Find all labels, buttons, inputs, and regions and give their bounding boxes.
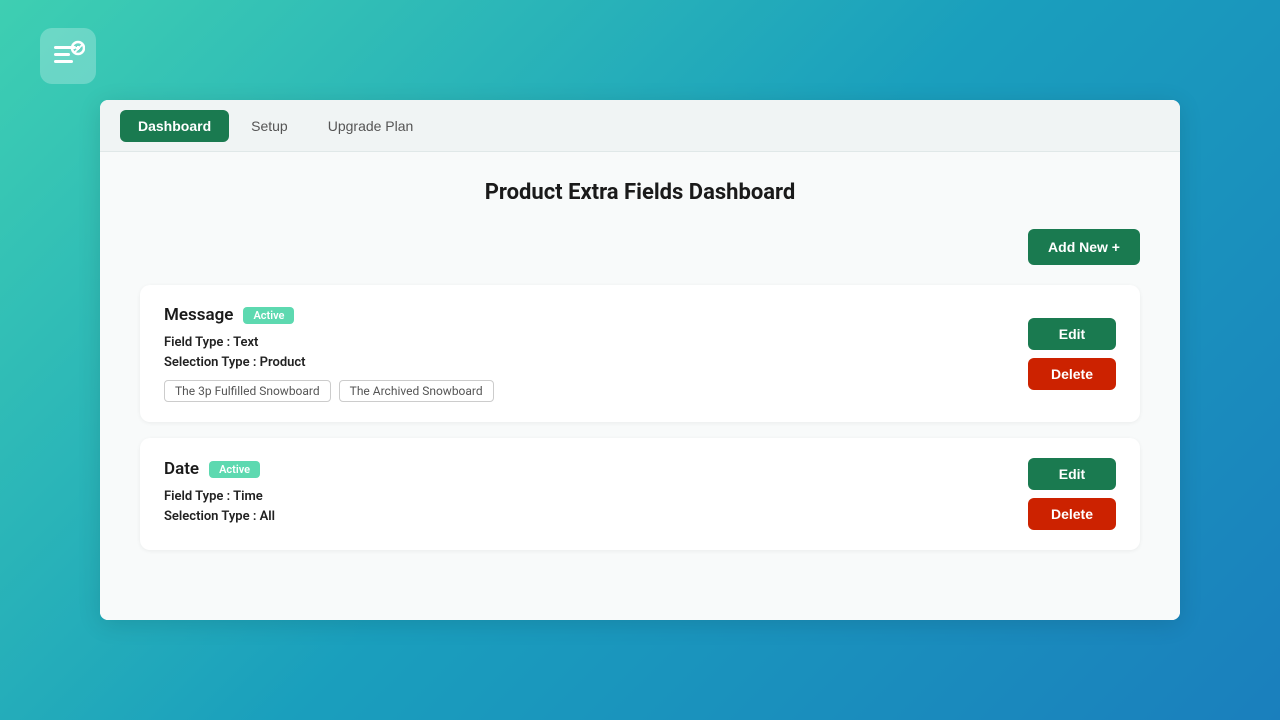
date-field-type-value: Time [233,489,263,504]
tag-archived-snowboard: The Archived Snowboard [339,380,494,402]
card-date-title: Date [164,459,199,479]
main-container: Dashboard Setup Upgrade Plan Product Ext… [100,100,1180,620]
card-date: Date Active Field Type : Time Selection … [140,438,1140,550]
nav-bar: Dashboard Setup Upgrade Plan [100,100,1180,152]
tab-dashboard[interactable]: Dashboard [120,110,229,142]
edit-date-button[interactable]: Edit [1028,458,1116,490]
card-message-field-type: Field Type : Text [164,335,1028,350]
add-new-row: Add New + [140,229,1140,265]
tag-3p-fulfilled: The 3p Fulfilled Snowboard [164,380,331,402]
card-message-left: Message Active Field Type : Text Selecti… [164,305,1028,402]
card-date-field-type: Field Type : Time [164,489,1028,504]
page-title: Product Extra Fields Dashboard [140,180,1140,205]
field-type-label: Field Type : [164,335,233,350]
card-date-actions: Edit Delete [1028,458,1116,530]
delete-message-button[interactable]: Delete [1028,358,1116,390]
card-message-title: Message [164,305,233,325]
logo-area [40,28,96,84]
edit-message-button[interactable]: Edit [1028,318,1116,350]
date-selection-type-label: Selection Type : [164,509,260,524]
card-date-left: Date Active Field Type : Time Selection … [164,459,1028,529]
card-message: Message Active Field Type : Text Selecti… [140,285,1140,422]
tab-upgrade-plan[interactable]: Upgrade Plan [310,110,432,142]
card-message-selection-type: Selection Type : Product [164,355,1028,370]
selection-type-label: Selection Type : [164,355,260,370]
add-new-button[interactable]: Add New + [1028,229,1140,265]
delete-date-button[interactable]: Delete [1028,498,1116,530]
content-area: Product Extra Fields Dashboard Add New +… [100,152,1180,620]
date-field-type-label: Field Type : [164,489,233,504]
card-date-badge: Active [209,461,260,478]
card-message-badge: Active [243,307,294,324]
field-type-value: Text [233,335,258,350]
card-date-selection-type: Selection Type : All [164,509,1028,524]
selection-type-value: Product [260,355,306,370]
card-message-tags: The 3p Fulfilled Snowboard The Archived … [164,380,1028,402]
card-date-header: Date Active [164,459,1028,479]
app-logo-icon [40,28,96,84]
tab-setup[interactable]: Setup [233,110,306,142]
card-message-actions: Edit Delete [1028,318,1116,390]
card-message-header: Message Active [164,305,1028,325]
date-selection-type-value: All [260,509,275,524]
